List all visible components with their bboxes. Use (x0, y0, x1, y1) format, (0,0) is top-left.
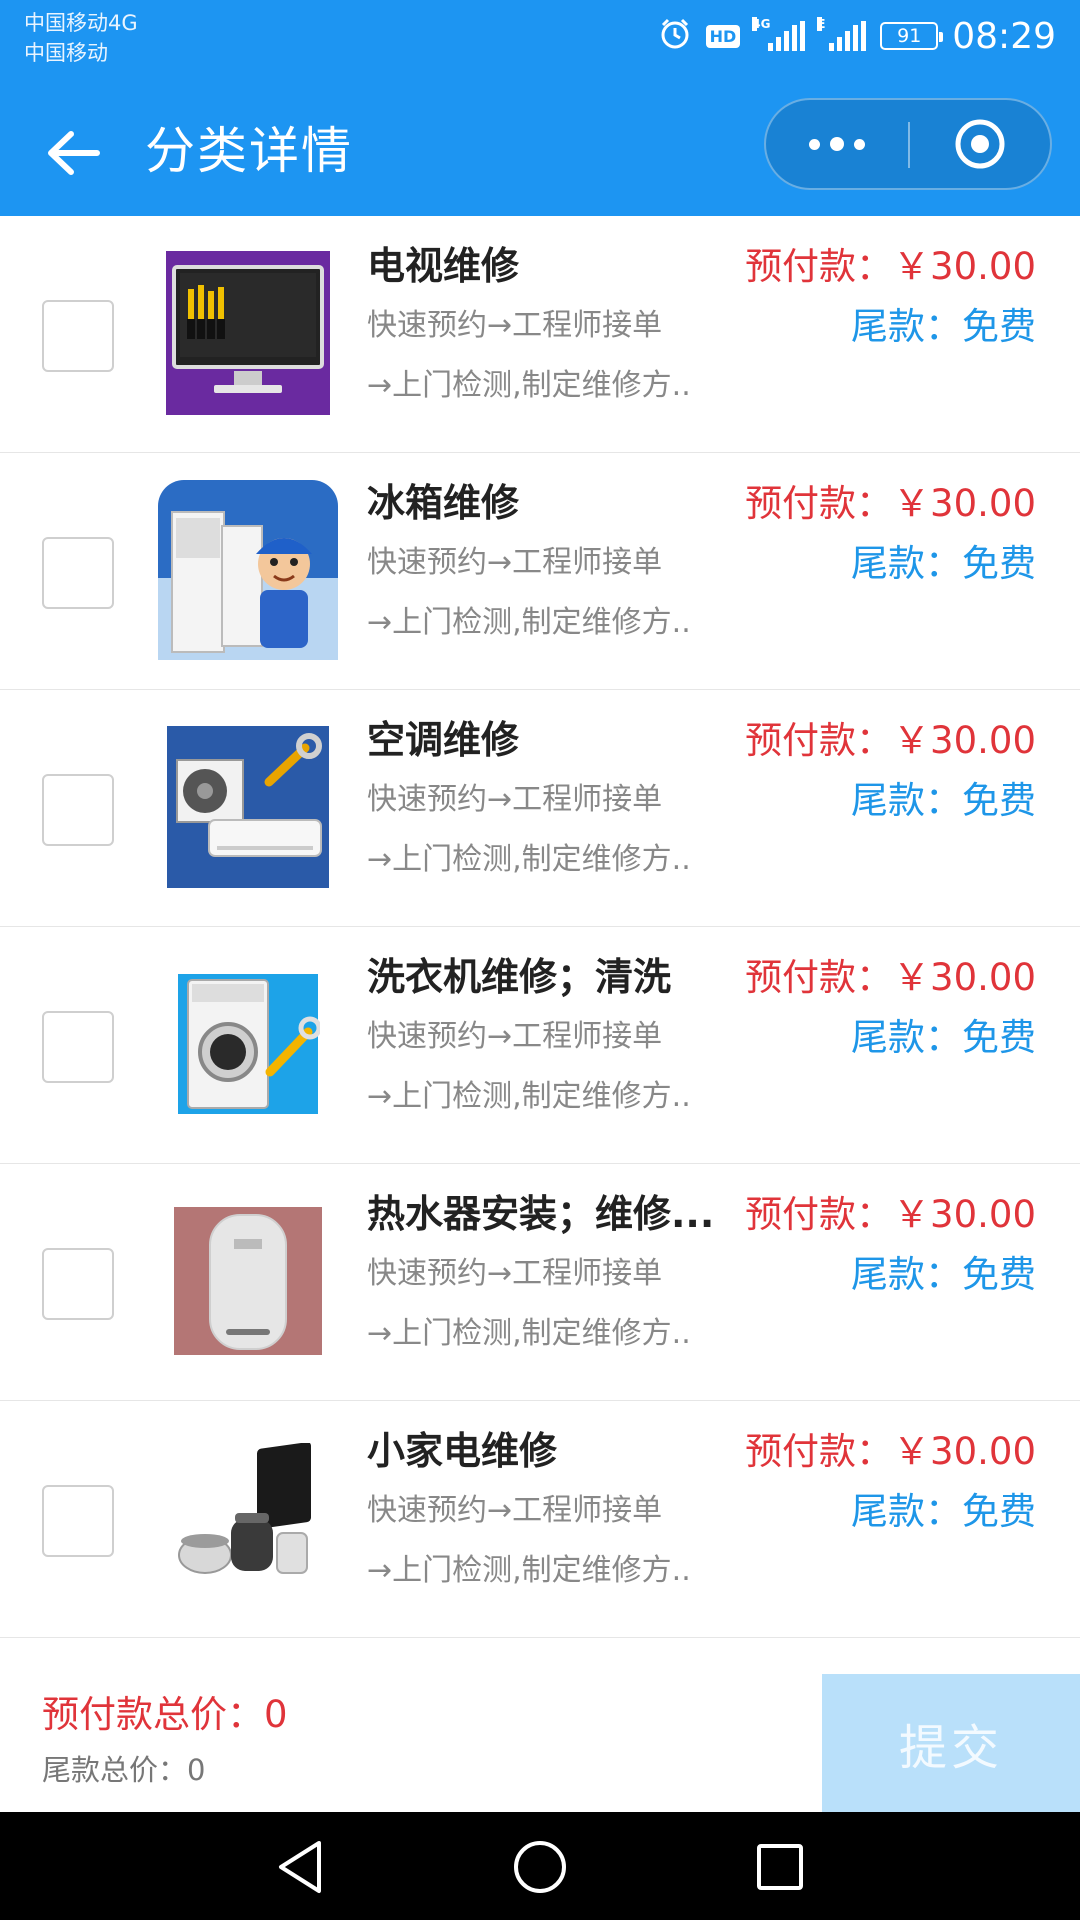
list-item[interactable]: 洗衣机维修；清洗 快速预约→工程师接单 →上门检测,制定维修方.. 预付款：￥3… (0, 927, 1080, 1164)
item-name: 洗衣机维修；清洗 (367, 955, 672, 999)
item-tail-payment: 尾款：免费 (851, 542, 1036, 585)
item-desc-line-1: 快速预约→工程师接单 (367, 308, 663, 343)
checkout-bar: 预付款总价：0 尾款总价：0 提交 (0, 1672, 1080, 1812)
system-back-icon[interactable] (265, 1832, 335, 1902)
hd-icon: HD (705, 24, 741, 48)
more-dots-icon[interactable] (766, 100, 908, 188)
item-checkbox[interactable] (42, 774, 114, 846)
submit-button[interactable]: 提交 (822, 1674, 1080, 1812)
item-prepay: 预付款：￥30.00 (745, 719, 1036, 762)
battery-icon: 91 (880, 22, 944, 50)
item-prepay: 预付款：￥30.00 (745, 956, 1036, 999)
item-prepay: 预付款：￥30.00 (745, 482, 1036, 525)
water-heater-image (155, 1188, 341, 1374)
item-name: 电视维修 (367, 244, 520, 288)
item-name: 热水器安装；维修... (367, 1192, 715, 1236)
list-item[interactable]: 空调维修 快速预约→工程师接单 →上门检测,制定维修方.. 预付款：￥30.00… (0, 690, 1080, 927)
signal-icon: 4G (752, 17, 806, 51)
fridge-repair-image (155, 477, 341, 663)
status-icons: HD 4G E 91 08:29 (658, 14, 1056, 58)
service-list: 电视维修 快速预约→工程师接单 →上门检测,制定维修方.. 预付款：￥30.00… (0, 216, 1080, 1672)
item-tail-payment: 尾款：免费 (851, 1490, 1036, 1533)
close-target-icon[interactable] (910, 100, 1050, 188)
item-tail-payment: 尾款：免费 (851, 305, 1036, 348)
item-checkbox[interactable] (42, 1248, 114, 1320)
item-desc-line-2: →上门检测,制定维修方.. (367, 1316, 691, 1351)
status-bar: 中国移动4G 中国移动 HD 4G E 91 08:29 (0, 0, 1080, 88)
carrier-primary: 中国移动4G (24, 11, 138, 35)
washer-repair-image (155, 951, 341, 1137)
item-desc-line-1: 快速预约→工程师接单 (367, 1493, 663, 1528)
item-desc-line-2: →上门检测,制定维修方.. (367, 842, 691, 877)
item-name: 小家电维修 (367, 1429, 558, 1473)
system-home-icon[interactable] (505, 1832, 575, 1902)
item-tail-payment: 尾款：免费 (851, 1016, 1036, 1059)
ac-repair-image (155, 714, 341, 900)
prepay-total: 预付款总价：0 (42, 1693, 288, 1736)
carrier-info: 中国移动4G 中国移动 (24, 8, 138, 68)
item-checkbox[interactable] (42, 1485, 114, 1557)
navigation-bar: 分类详情 (0, 88, 1080, 216)
list-item[interactable]: 小家电维修 快速预约→工程师接单 →上门检测,制定维修方.. 预付款：￥30.0… (0, 1401, 1080, 1638)
item-desc-line-2: →上门检测,制定维修方.. (367, 1553, 691, 1588)
small-appliance-image (155, 1425, 341, 1611)
item-tail-payment: 尾款：免费 (851, 1253, 1036, 1296)
item-checkbox[interactable] (42, 537, 114, 609)
item-prepay: 预付款：￥30.00 (745, 1193, 1036, 1236)
item-name: 空调维修 (367, 718, 520, 762)
item-desc-line-1: 快速预约→工程师接单 (367, 545, 663, 580)
item-desc-line-1: 快速预约→工程师接单 (367, 1256, 663, 1291)
mini-program-capsule (764, 98, 1052, 190)
tv-repair-image (155, 240, 341, 426)
page-title: 分类详情 (145, 122, 353, 180)
clock: 08:29 (952, 15, 1056, 57)
list-item[interactable]: 电视维修 快速预约→工程师接单 →上门检测,制定维修方.. 预付款：￥30.00… (0, 216, 1080, 453)
item-desc-line-1: 快速预约→工程师接单 (367, 1019, 663, 1054)
tail-total: 尾款总价：0 (42, 1753, 206, 1787)
item-prepay: 预付款：￥30.00 (745, 1430, 1036, 1473)
item-tail-payment: 尾款：免费 (851, 779, 1036, 822)
system-navigation-bar (0, 1812, 1080, 1920)
item-desc-line-1: 快速预约→工程师接单 (367, 782, 663, 817)
back-arrow-icon[interactable] (38, 118, 108, 188)
list-item[interactable]: 冰箱维修 快速预约→工程师接单 →上门检测,制定维修方.. 预付款：￥30.00… (0, 453, 1080, 690)
item-prepay: 预付款：￥30.00 (745, 245, 1036, 288)
item-desc-line-2: →上门检测,制定维修方.. (367, 1079, 691, 1114)
item-desc-line-2: →上门检测,制定维修方.. (367, 605, 691, 640)
item-name: 冰箱维修 (367, 481, 520, 525)
alarm-icon (658, 17, 692, 55)
carrier-secondary: 中国移动 (24, 41, 108, 65)
system-recents-icon[interactable] (745, 1832, 815, 1902)
item-desc-line-2: →上门检测,制定维修方.. (367, 368, 691, 403)
signal-icon: E (817, 17, 867, 51)
list-item[interactable]: 热水器安装；维修... 快速预约→工程师接单 →上门检测,制定维修方.. 预付款… (0, 1164, 1080, 1401)
item-checkbox[interactable] (42, 300, 114, 372)
item-checkbox[interactable] (42, 1011, 114, 1083)
